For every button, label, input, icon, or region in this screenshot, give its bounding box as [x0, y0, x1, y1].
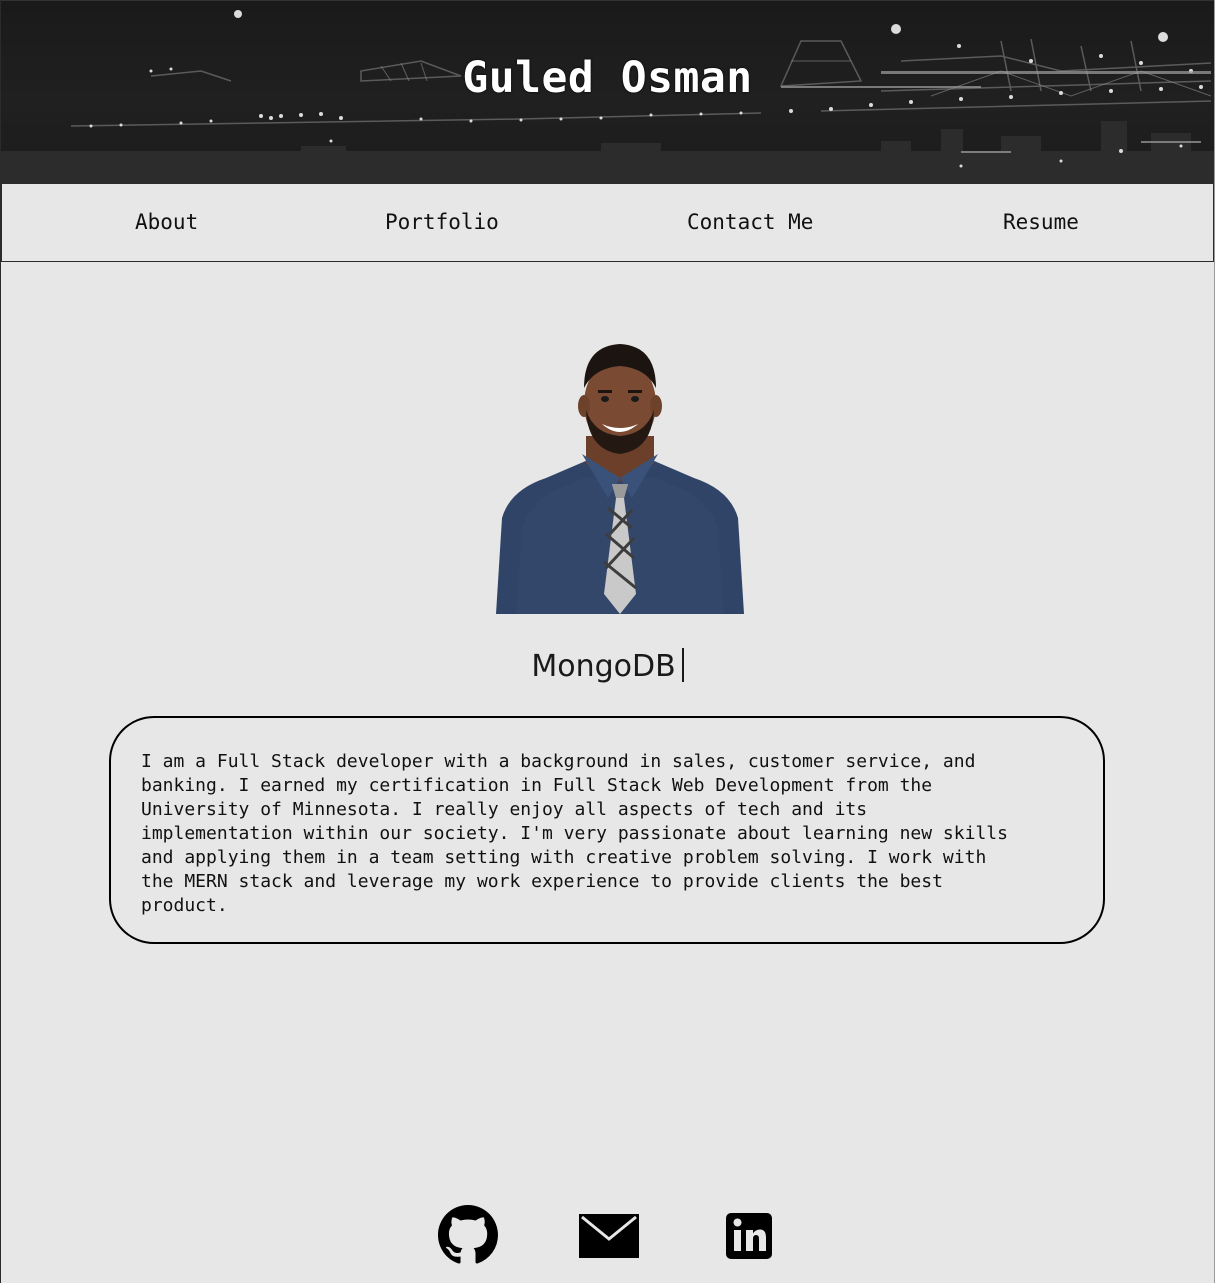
about-line: product.	[141, 895, 228, 916]
about-line: I am a Full Stack developer with a backg…	[141, 751, 976, 772]
email-link[interactable]	[578, 1205, 640, 1265]
about-line: and applying them in a team setting with…	[141, 847, 987, 868]
nav-portfolio[interactable]: Portfolio	[385, 210, 499, 234]
about-line: implementation within our society. I'm v…	[141, 823, 1008, 844]
nav-contact-me[interactable]: Contact Me	[687, 210, 813, 234]
linkedin-link[interactable]	[725, 1205, 773, 1265]
email-icon	[579, 1214, 639, 1258]
github-icon	[438, 1205, 498, 1264]
site-title: Guled Osman	[462, 53, 753, 103]
typing-caret	[681, 648, 684, 682]
header-banner: Guled Osman	[1, 0, 1214, 184]
nav-about[interactable]: About	[135, 210, 198, 234]
about-line: the MERN stack and leverage my work expe…	[141, 871, 943, 892]
profile-photo	[496, 344, 744, 614]
linkedin-icon	[726, 1213, 772, 1259]
about-text: I am a Full Stack developer with a backg…	[141, 750, 1071, 918]
nav-resume[interactable]: Resume	[1003, 210, 1079, 234]
github-link[interactable]	[438, 1205, 498, 1265]
typed-skill-text: MongoDB	[1, 648, 1214, 684]
main-nav: About Portfolio Contact Me Resume	[1, 183, 1214, 262]
typed-skill: MongoDB	[531, 649, 676, 684]
about-line: banking. I earned my certification in Fu…	[141, 775, 933, 796]
about-card: I am a Full Stack developer with a backg…	[109, 716, 1105, 944]
about-line: University of Minnesota. I really enjoy …	[141, 799, 868, 820]
